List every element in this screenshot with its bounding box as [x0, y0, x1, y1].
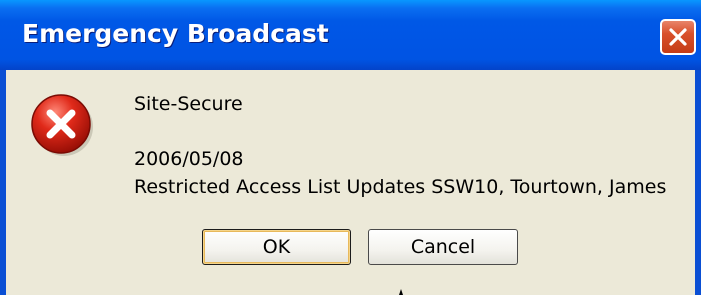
- ok-button[interactable]: OK: [202, 229, 351, 265]
- message-line-2: 2006/05/08: [134, 148, 244, 170]
- message-line-3: Restricted Access List Updates SSW10, To…: [134, 176, 667, 198]
- close-icon: [669, 28, 687, 46]
- cancel-button[interactable]: Cancel: [368, 229, 518, 265]
- error-icon: [31, 94, 93, 156]
- window-title: Emergency Broadcast: [22, 19, 329, 48]
- message-line-1: Site-Secure: [134, 93, 243, 115]
- message-dialog: Emergency Broadcast Site-Secure 2006/05/…: [0, 0, 701, 295]
- close-button[interactable]: [660, 19, 696, 55]
- cursor-icon: [399, 289, 403, 295]
- title-bar[interactable]: Emergency Broadcast: [0, 0, 701, 70]
